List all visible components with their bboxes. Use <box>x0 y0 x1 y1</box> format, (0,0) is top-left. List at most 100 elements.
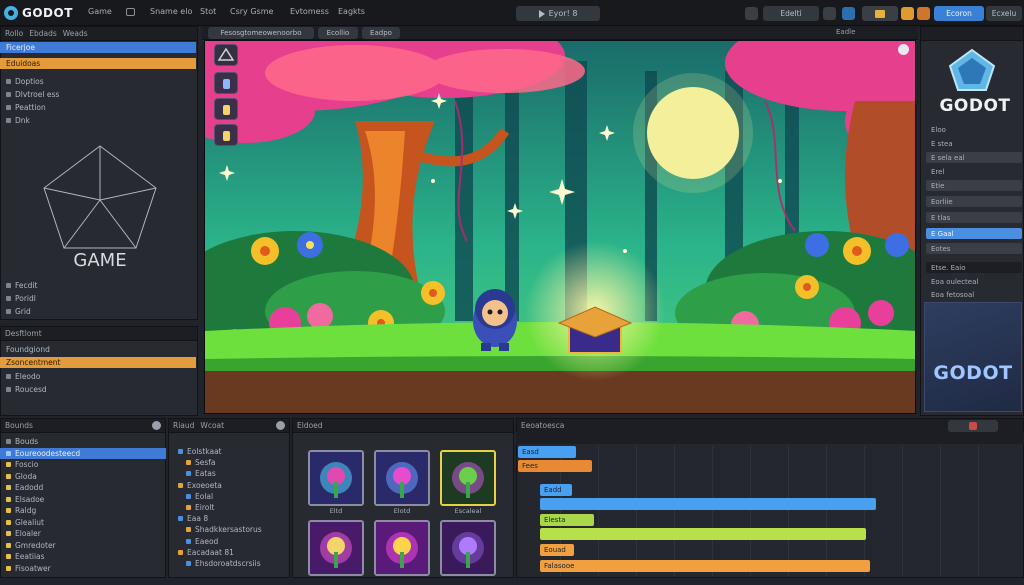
select-tool-button[interactable] <box>214 44 238 66</box>
timeline-track-bar[interactable]: Elesta <box>540 514 594 526</box>
timeline-track-bar[interactable] <box>540 528 866 540</box>
toolbar-button-3[interactable]: Ecoron <box>934 6 984 21</box>
scene-tree-item[interactable]: Peattion <box>0 102 196 113</box>
filesystem-item[interactable]: Gloda <box>0 471 166 482</box>
script-item[interactable]: Ehsdoroatdscrsiis <box>170 558 288 569</box>
animation-toolbar-button[interactable] <box>948 420 998 432</box>
script-settings-icon[interactable] <box>276 421 285 430</box>
filesystem-settings-icon[interactable] <box>152 421 161 430</box>
menu-item-debug[interactable]: Csry Gsme <box>230 7 273 16</box>
asset-thumbnail[interactable] <box>440 450 496 506</box>
script-item[interactable]: Eirolt <box>170 502 288 513</box>
pause-icon[interactable] <box>745 7 758 20</box>
timeline-ruler[interactable] <box>516 432 1024 444</box>
menu-item-project[interactable]: Stot <box>200 7 216 16</box>
filesystem-item[interactable]: Foscio <box>0 459 166 470</box>
inspector-row[interactable]: E stea <box>926 138 1022 149</box>
filesystem-item[interactable]: Eloaler <box>0 528 166 539</box>
stop-icon[interactable] <box>823 7 836 20</box>
toolbar-button-4[interactable]: Ecxelu <box>986 6 1022 21</box>
menu-item-help[interactable]: Eagkts <box>338 7 365 16</box>
asset-thumbnail[interactable] <box>374 520 430 576</box>
scene-icon[interactable] <box>126 8 135 16</box>
viewport-tab-main[interactable]: Fesosgtomeowenoorbo <box>208 27 314 39</box>
scene-item-selected[interactable]: Ficerjoe <box>0 42 196 53</box>
timeline-track-bar[interactable]: Fees <box>518 460 592 472</box>
rotate-tool-button[interactable] <box>214 98 238 120</box>
tab-nodes[interactable]: Weads <box>63 29 88 38</box>
folder-icon <box>6 462 11 467</box>
asset-thumbnail[interactable] <box>374 450 430 506</box>
script-item[interactable]: Exoeoeta <box>170 480 288 491</box>
filesystem-item[interactable]: Gmredoter <box>0 540 166 551</box>
movie-icon[interactable] <box>901 7 914 20</box>
scene-tree-item[interactable]: Doptios <box>0 76 196 87</box>
node-item-selected[interactable]: Zsoncentment <box>0 357 196 368</box>
timeline-track-bar[interactable] <box>540 498 876 510</box>
timeline-track-bar[interactable]: Easd <box>518 446 576 458</box>
scene-lower-item[interactable]: Fecdit <box>0 280 196 291</box>
script-item[interactable]: Eaa 8 <box>170 513 288 524</box>
inspector-field[interactable]: Eorliie <box>926 196 1022 207</box>
inspector-field[interactable]: E sela eal <box>926 152 1022 163</box>
script-item[interactable]: Eolal <box>170 491 288 502</box>
toolbar-button-2[interactable] <box>862 6 898 21</box>
inspector-field-active[interactable]: E Gaal <box>926 228 1022 239</box>
move-tool-button[interactable] <box>214 72 238 94</box>
game-viewport[interactable] <box>204 40 916 414</box>
tab-scene[interactable]: Rollo <box>5 29 23 38</box>
scene-tree-item[interactable]: Dnk <box>0 115 196 126</box>
inspector-row[interactable]: Eloo <box>926 124 1022 135</box>
scene-lower-item[interactable]: Grid <box>0 306 196 317</box>
scene-item-highlight[interactable]: Eduidoas <box>0 58 196 69</box>
menu-item-game[interactable]: Game <box>88 7 112 16</box>
scale-tool-button[interactable] <box>214 124 238 146</box>
node-item[interactable]: Eleodo <box>0 371 196 382</box>
run-project-box[interactable]: Eyor! 8 <box>516 6 600 21</box>
remote-debug-icon[interactable] <box>842 7 855 20</box>
menu-item-editor[interactable]: Evtomess <box>290 7 329 16</box>
tab-script[interactable]: Riaud <box>173 421 194 430</box>
inspector-row[interactable]: Eoa fetosoal <box>926 289 1022 300</box>
timeline-track-bar[interactable]: Eadd <box>540 484 572 496</box>
scene-tree-item[interactable]: Dlvtroel ess <box>0 89 196 100</box>
filesystem-item[interactable]: Fisoatwer <box>0 563 166 574</box>
script-item[interactable]: Sesfa <box>170 457 288 468</box>
inspector-field[interactable]: Etie <box>926 180 1022 191</box>
script-item[interactable]: Eatas <box>170 468 288 479</box>
scene-lower-item[interactable]: Poridl <box>0 293 196 304</box>
node-item[interactable]: Roucesd <box>0 384 196 395</box>
timeline-track-bar[interactable]: Eouad <box>540 544 574 556</box>
viewport-settings-icon[interactable] <box>898 44 909 55</box>
toolbar-button-1[interactable]: Edelti <box>763 6 819 21</box>
script-item-label: Eolal <box>195 491 214 501</box>
timeline-track-bar[interactable]: Falasooe <box>540 560 870 572</box>
filesystem-item[interactable]: Eeatiias <box>0 551 166 562</box>
inspector-row[interactable]: Erel <box>926 166 1022 177</box>
viewport-tab-2[interactable]: Ecollio <box>318 27 358 39</box>
filesystem-item[interactable]: Glealiut <box>0 517 166 528</box>
inspector-field[interactable]: E tlas <box>926 212 1022 223</box>
tab-import[interactable]: Ebdads <box>29 29 57 38</box>
viewport-tab-3[interactable]: Eadpo <box>362 27 400 39</box>
script-item[interactable]: Eacadaat 81 <box>170 547 288 558</box>
app-logo[interactable]: GODOT <box>4 4 73 22</box>
script-item[interactable]: Shadkkersastorus <box>170 524 288 535</box>
inspector-row[interactable]: Eoa oulecteal <box>926 276 1022 287</box>
inspector-field[interactable]: Eotes <box>926 243 1022 254</box>
record-icon[interactable] <box>917 7 930 20</box>
script-item[interactable]: Eolstkaat <box>170 446 288 457</box>
filesystem-item[interactable]: Bouds <box>0 436 166 447</box>
script-item[interactable]: Eaeod <box>170 536 288 547</box>
asset-thumbnail[interactable] <box>308 450 364 506</box>
filesystem-item[interactable]: Raldg <box>0 505 166 516</box>
filesystem-item[interactable]: Eadodd <box>0 482 166 493</box>
asset-thumbnail[interactable] <box>440 520 496 576</box>
node-item[interactable]: Foundgiond <box>0 344 196 355</box>
filesystem-item-selected[interactable]: Eoureoodesteecd <box>0 447 166 459</box>
node-icon <box>6 283 11 288</box>
asset-thumbnail[interactable] <box>308 520 364 576</box>
menu-item-scene[interactable]: Sname elo <box>150 7 192 16</box>
tab-watch[interactable]: Wcoat <box>200 421 224 430</box>
filesystem-item[interactable]: Elsadoe <box>0 494 166 505</box>
